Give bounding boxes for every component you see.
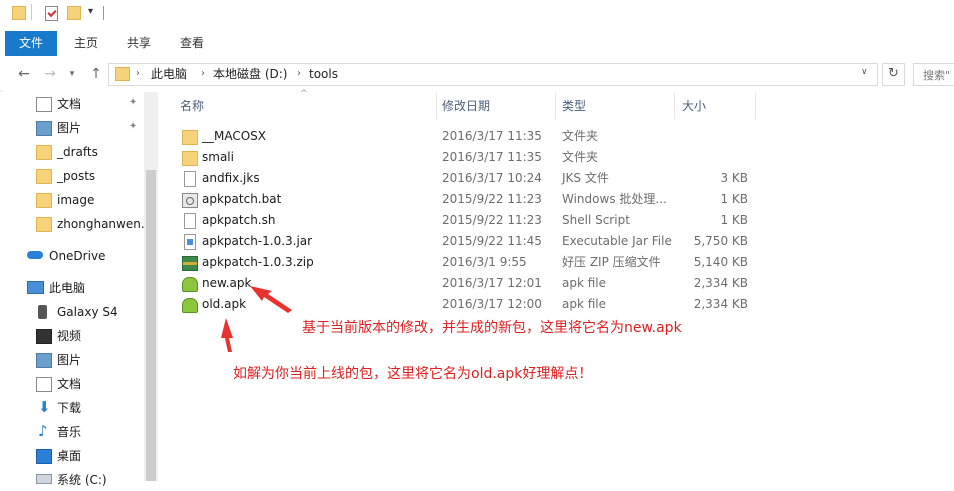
- arrow-to-old-apk: [221, 318, 233, 352]
- annotation-old-apk: 如解为你当前上线的包，这里将它名为old.apk好理解点！: [233, 366, 593, 382]
- annotation-arrows: [221, 286, 292, 352]
- annotation-new-apk: 基于当前版本的修改，并生成的新包，这里将它名为new.apk: [302, 320, 682, 336]
- arrow-to-new-apk: [250, 286, 292, 313]
